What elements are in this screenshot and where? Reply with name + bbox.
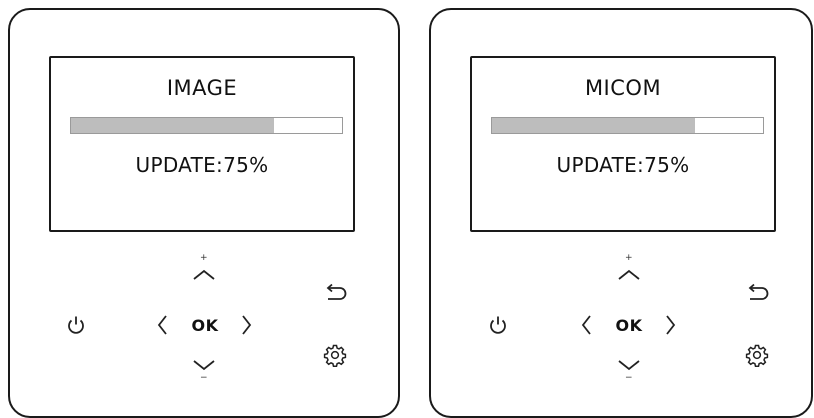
left-button[interactable]: [152, 310, 172, 340]
ok-button[interactable]: OK: [610, 313, 648, 337]
update-label: UPDATE:: [556, 153, 645, 177]
power-icon: [490, 316, 506, 334]
chevron-down-icon: [193, 360, 215, 371]
chevron-down-icon: [618, 360, 640, 371]
minus-label: −: [200, 373, 208, 383]
left-button[interactable]: [576, 310, 596, 340]
settings-button[interactable]: [743, 341, 771, 369]
plus-label: +: [200, 253, 208, 263]
chevron-up-icon: [193, 269, 215, 280]
right-button[interactable]: [237, 310, 257, 340]
progress-bar: [491, 117, 764, 134]
down-button[interactable]: −: [189, 356, 219, 390]
update-status: UPDATE:75%: [472, 153, 774, 177]
chevron-up-icon: [618, 269, 640, 280]
power-icon: [68, 316, 84, 334]
chevron-right-icon: [242, 315, 252, 335]
update-percent: 75%: [644, 153, 690, 177]
update-percent: 75%: [223, 153, 269, 177]
progress-bar-fill: [71, 118, 275, 133]
right-button[interactable]: [661, 310, 681, 340]
up-button[interactable]: +: [614, 254, 644, 288]
screen-title: MICOM: [584, 76, 662, 100]
back-button[interactable]: [743, 281, 773, 305]
display-screen: IMAGE UPDATE:75%: [49, 56, 355, 232]
back-arrow-icon: [748, 283, 769, 300]
settings-button[interactable]: [321, 341, 349, 369]
down-button[interactable]: −: [614, 356, 644, 390]
progress-bar: [70, 117, 343, 134]
back-arrow-icon: [326, 283, 347, 300]
progress-bar-fill: [492, 118, 696, 133]
back-button[interactable]: [321, 281, 351, 305]
chevron-left-icon: [157, 315, 167, 335]
gear-icon: [745, 344, 769, 367]
ok-button[interactable]: OK: [186, 313, 224, 337]
power-button[interactable]: [63, 312, 89, 338]
display-screen: MICOM UPDATE:75%: [470, 56, 776, 232]
chevron-left-icon: [581, 315, 591, 335]
up-button[interactable]: +: [189, 254, 219, 288]
chevron-right-icon: [666, 315, 676, 335]
plus-label: +: [625, 253, 633, 263]
controller-panel-micom: MICOM UPDATE:75% + − OK: [429, 8, 813, 418]
minus-label: −: [625, 373, 633, 383]
power-button[interactable]: [485, 312, 511, 338]
controller-panel-image: IMAGE UPDATE:75% + − OK: [8, 8, 400, 418]
gear-icon: [323, 344, 347, 367]
update-status: UPDATE:75%: [51, 153, 353, 177]
update-label: UPDATE:: [135, 153, 224, 177]
screen-title: IMAGE: [166, 76, 238, 100]
